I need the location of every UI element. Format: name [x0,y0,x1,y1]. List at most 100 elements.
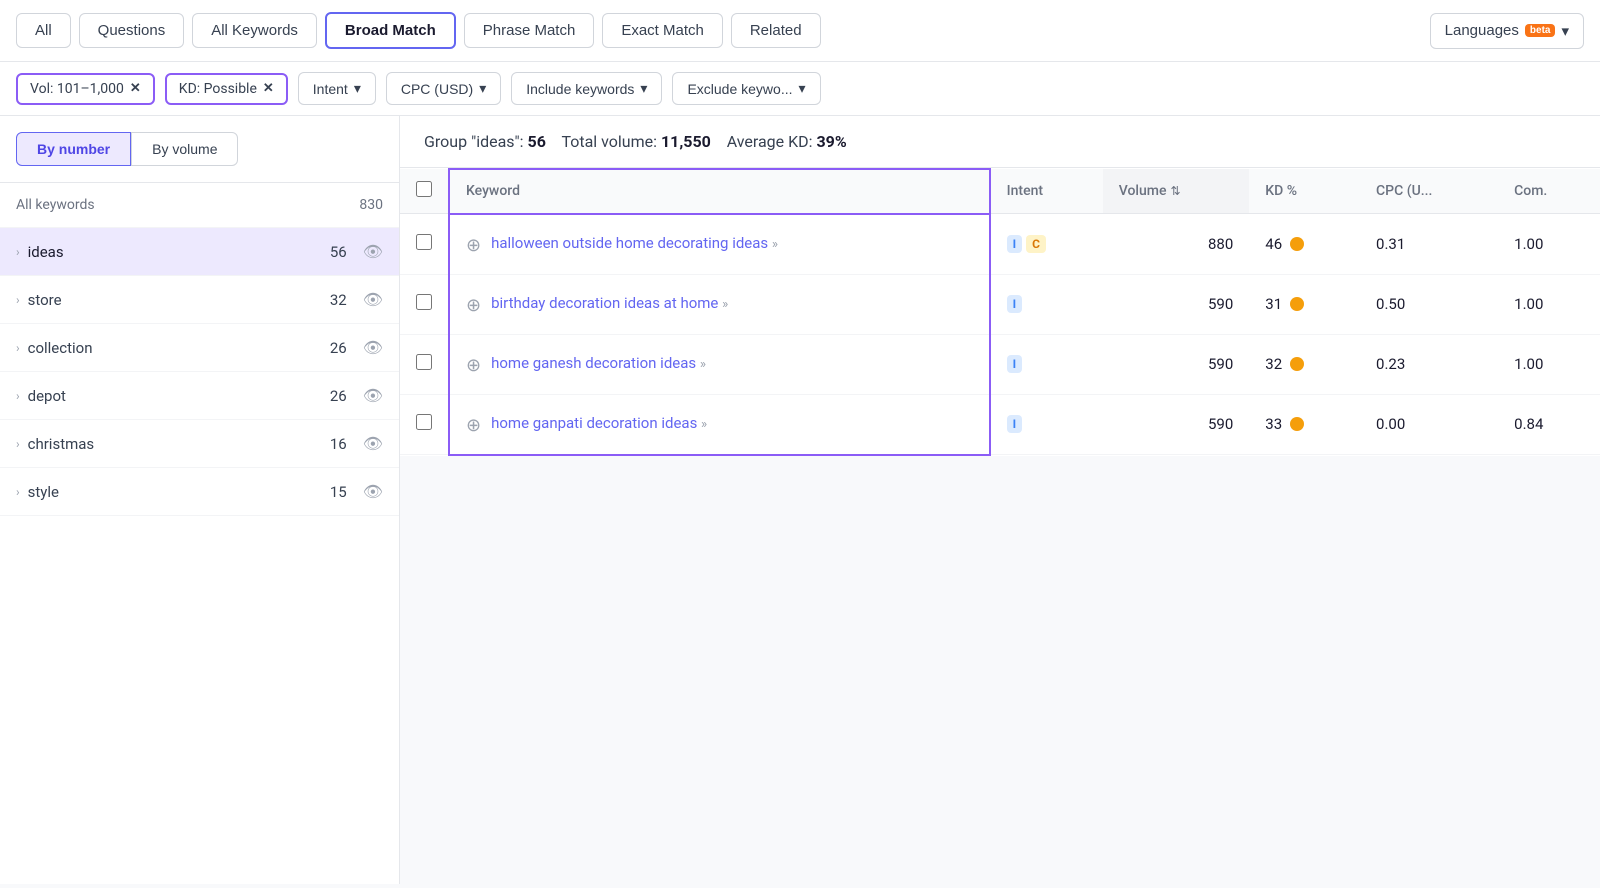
tab-all-keywords[interactable]: All Keywords [192,13,317,48]
table-row: ⊕ birthday decoration ideas at home » I5… [400,274,1600,334]
kd-dot [1290,417,1304,431]
group-prefix: Group "ideas": [424,132,524,151]
eye-icon[interactable]: 👁 [363,386,383,405]
sidebar-item-store[interactable]: › store 32 👁 [0,276,399,324]
tab-phrase-match[interactable]: Phrase Match [464,13,595,48]
eye-icon[interactable]: 👁 [363,338,383,357]
sidebar-item-label: store [28,291,322,309]
th-volume[interactable]: Volume ⇅ [1103,169,1250,214]
th-intent: Intent [990,169,1103,214]
row-checkbox[interactable] [416,414,432,430]
languages-button[interactable]: Languages beta ▾ [1430,13,1584,49]
kd-cell: 31 [1249,274,1360,334]
sidebar-item-collection[interactable]: › collection 26 👁 [0,324,399,372]
row-checkbox-cell [400,334,449,394]
sidebar-item-count: 16 [330,435,347,453]
intent-badge-i: I [1007,295,1023,313]
row-checkbox[interactable] [416,354,432,370]
tab-exact-match[interactable]: Exact Match [602,13,723,48]
th-intent-label: Intent [1007,183,1043,199]
intent-dropdown[interactable]: Intent ▾ [298,72,376,105]
tab-questions[interactable]: Questions [79,13,185,48]
sidebar-header-count: 830 [359,197,383,213]
keywords-table: Keyword Intent Volume ⇅ [400,168,1600,456]
row-checkbox-cell [400,394,449,455]
arrows-icon: » [701,417,707,432]
chevron-down-icon: ▾ [1561,22,1569,40]
kd-cell: 46 [1249,214,1360,275]
sidebar-item-style[interactable]: › style 15 👁 [0,468,399,516]
row-checkbox[interactable] [416,234,432,250]
select-all-checkbox[interactable] [416,181,432,197]
eye-icon[interactable]: 👁 [363,242,383,261]
eye-icon[interactable]: 👁 [363,482,383,501]
tab-bar: All Questions All Keywords Broad Match P… [0,0,1600,62]
table-area: Group "ideas": 56 Total volume: 11,550 A… [400,116,1600,884]
com-cell: 1.00 [1498,334,1600,394]
com-cell: 1.00 [1498,274,1600,334]
eye-icon[interactable]: 👁 [363,290,383,309]
exclude-keywords-dropdown[interactable]: Exclude keywo... ▾ [672,72,820,105]
keyword-cell: ⊕ halloween outside home decorating idea… [449,214,990,275]
table-wrapper: Keyword Intent Volume ⇅ [400,168,1600,884]
table-row: ⊕ home ganpati decoration ideas » I59033… [400,394,1600,455]
keyword-link[interactable]: halloween outside home decorating ideas … [491,233,778,254]
sidebar-item-label: depot [28,387,322,405]
row-checkbox[interactable] [416,294,432,310]
keyword-link[interactable]: home ganesh decoration ideas » [491,353,706,374]
arrows-icon: » [722,297,728,312]
intent-badge-i: I [1007,235,1023,253]
kd-filter-close[interactable]: ✕ [263,81,274,96]
kd-value: 33 [1265,415,1282,433]
add-keyword-icon[interactable]: ⊕ [466,295,481,316]
th-cpc: CPC (U... [1360,169,1498,214]
add-keyword-icon[interactable]: ⊕ [466,355,481,376]
cpc-cell: 0.31 [1360,214,1498,275]
table-row: ⊕ halloween outside home decorating idea… [400,214,1600,275]
sidebar-item-christmas[interactable]: › christmas 16 👁 [0,420,399,468]
tab-broad-match[interactable]: Broad Match [325,12,456,49]
tab-related[interactable]: Related [731,13,821,48]
chevron-right-icon: › [16,485,20,499]
th-volume-label: Volume [1119,183,1167,199]
sidebar: By number By volume All keywords 830 › i… [0,116,400,884]
kd-cell: 32 [1249,334,1360,394]
languages-label: Languages [1445,22,1519,39]
keyword-link[interactable]: birthday decoration ideas at home » [491,293,728,314]
sort-icon: ⇅ [1170,184,1180,198]
vol-filter-close[interactable]: ✕ [130,81,141,96]
kd-cell: 33 [1249,394,1360,455]
sort-by-volume-button[interactable]: By volume [131,132,238,166]
include-keywords-dropdown[interactable]: Include keywords ▾ [511,72,662,105]
add-keyword-icon[interactable]: ⊕ [466,235,481,256]
th-com-label: Com. [1514,183,1547,199]
th-cpc-label: CPC (U... [1376,183,1432,199]
intent-cell: I [990,334,1103,394]
cpc-dropdown[interactable]: CPC (USD) ▾ [386,72,501,105]
sidebar-item-ideas[interactable]: › ideas 56 👁 [0,228,399,276]
intent-badge-i: I [1007,355,1023,373]
sort-by-number-button[interactable]: By number [16,132,131,166]
row-checkbox-cell [400,274,449,334]
sidebar-item-label: collection [28,339,322,357]
keyword-link[interactable]: home ganpati decoration ideas » [491,413,707,434]
volume-cell: 880 [1103,214,1250,275]
kd-dot [1290,237,1304,251]
th-kd: KD % [1249,169,1360,214]
sidebar-sort-controls: By number By volume [0,116,399,183]
sidebar-item-depot[interactable]: › depot 26 👁 [0,372,399,420]
eye-icon[interactable]: 👁 [363,434,383,453]
intent-cell: I [990,394,1103,455]
main-content: By number By volume All keywords 830 › i… [0,116,1600,884]
th-keyword-label: Keyword [466,183,520,199]
total-volume: 11,550 [661,132,711,151]
tab-all[interactable]: All [16,13,71,48]
sidebar-items: › ideas 56 👁 › store 32 👁 › collection 2… [0,228,399,884]
kd-dot [1290,297,1304,311]
add-keyword-icon[interactable]: ⊕ [466,415,481,436]
kd-value: 31 [1265,295,1282,313]
table-row: ⊕ home ganesh decoration ideas » I590320… [400,334,1600,394]
intent-badge-c: C [1026,235,1046,253]
group-count: 56 [528,132,546,151]
keyword-cell: ⊕ birthday decoration ideas at home » [449,274,990,334]
